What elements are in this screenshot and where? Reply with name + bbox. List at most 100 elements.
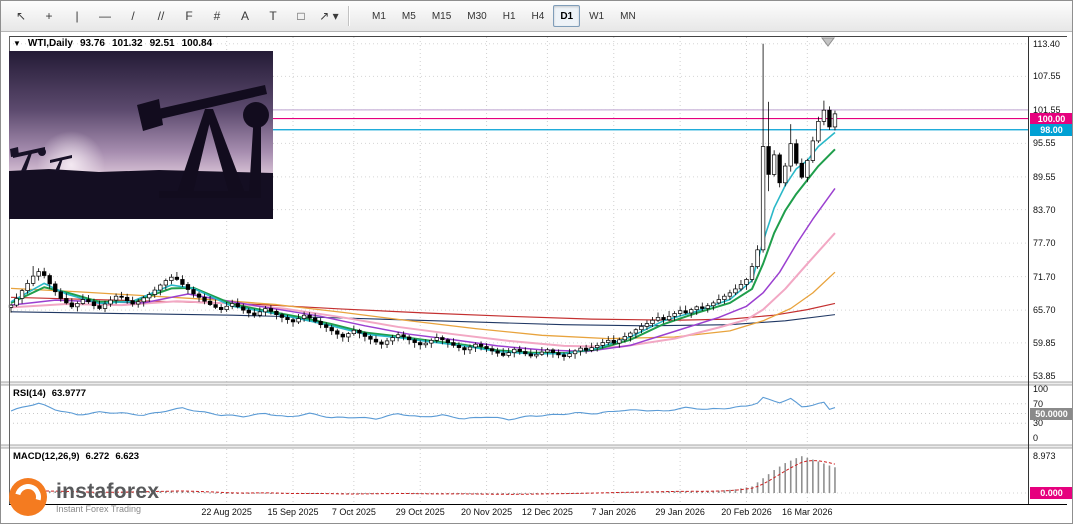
tool-horizontal-line-icon[interactable]: — xyxy=(92,4,118,28)
macd-histogram-bar xyxy=(204,492,206,493)
candle-body xyxy=(833,114,837,127)
macd-main-value: 6.272 xyxy=(86,451,110,462)
candle-body xyxy=(236,303,240,306)
candle-body xyxy=(463,348,467,350)
candle-body xyxy=(546,350,550,352)
timeframe-d1-button[interactable]: D1 xyxy=(553,5,580,27)
candle-body xyxy=(181,279,185,284)
date-tick: 7 Jan 2026 xyxy=(579,507,649,517)
candle-body xyxy=(761,146,765,249)
date-tick: 29 Oct 2025 xyxy=(385,507,455,517)
tool-trendline-icon[interactable]: / xyxy=(120,4,146,28)
tool-equidistant-channel-icon[interactable]: // xyxy=(148,4,174,28)
macd-histogram-bar xyxy=(519,493,521,494)
macd-histogram-bar xyxy=(757,482,759,493)
candle-body xyxy=(772,155,776,175)
timeframe-w1-button[interactable]: W1 xyxy=(582,5,611,27)
candle-body xyxy=(817,121,821,141)
rsi-tick: 30 xyxy=(1033,418,1073,428)
price-tick: 83.70 xyxy=(1033,205,1073,215)
tool-crosshair-icon[interactable]: + xyxy=(36,4,62,28)
candle-body xyxy=(302,315,306,318)
toolbar-separator xyxy=(348,6,349,26)
candle-body xyxy=(739,284,743,288)
candle-body xyxy=(164,281,168,285)
rsi-tick: 0 xyxy=(1033,433,1073,443)
symbol-bar[interactable]: ▼ WTI,Daily 93.76 101.32 92.51 100.84 xyxy=(13,38,212,49)
rsi-level-badge: 50.0000 xyxy=(1030,408,1073,420)
candle-body xyxy=(352,330,356,333)
candle-body xyxy=(313,318,317,321)
candle-body xyxy=(573,351,577,354)
candle-body xyxy=(485,346,489,348)
candle-body xyxy=(778,155,782,183)
timeframe-m30-button[interactable]: M30 xyxy=(460,5,493,27)
candle-body xyxy=(131,301,135,304)
rsi-value: 63.9777 xyxy=(52,388,86,399)
candle-body xyxy=(651,320,655,323)
candle-body xyxy=(297,319,301,322)
candle-body xyxy=(269,308,273,311)
tool-text-icon[interactable]: A xyxy=(232,4,258,28)
candle-body xyxy=(26,283,30,290)
tool-arrows-icon[interactable]: ↗ ▾ xyxy=(316,4,342,28)
tool-label-icon[interactable]: T xyxy=(260,4,286,28)
macd-histogram-bar xyxy=(812,460,814,493)
timeframe-h1-button[interactable]: H1 xyxy=(496,5,523,27)
tool-vertical-line-icon[interactable]: | xyxy=(64,4,90,28)
timeframe-m5-button[interactable]: M5 xyxy=(395,5,423,27)
candle-body xyxy=(474,344,478,347)
candle-body xyxy=(490,349,494,351)
candle-body xyxy=(253,313,257,315)
candle-body xyxy=(275,311,279,314)
candle-body xyxy=(512,349,516,352)
price-tick: 107.55 xyxy=(1033,71,1073,81)
tool-fibonacci-icon[interactable]: F xyxy=(176,4,202,28)
candle-body xyxy=(15,298,19,305)
candle-body xyxy=(723,296,727,299)
timeframe-m15-button[interactable]: M15 xyxy=(425,5,458,27)
macd-histogram-bar xyxy=(779,467,781,493)
price-level-badge: 98.00 xyxy=(1030,124,1073,136)
timeframe-h4-button[interactable]: H4 xyxy=(525,5,552,27)
oil-pumpjack-photo xyxy=(9,51,273,219)
macd-histogram-bar xyxy=(834,467,836,493)
instaforex-watermark: instaforex Instant Forex Trading xyxy=(9,478,159,516)
candle-body xyxy=(507,353,511,356)
macd-histogram-bar xyxy=(674,491,676,493)
candle-body xyxy=(341,334,345,337)
timeframe-mn-button[interactable]: MN xyxy=(613,5,643,27)
tool-grid-icon[interactable]: # xyxy=(204,4,230,28)
candle-body xyxy=(645,324,649,327)
candle-body xyxy=(264,308,268,311)
candle-body xyxy=(429,340,433,343)
candle-body xyxy=(385,341,389,344)
tool-shapes-icon[interactable]: □ xyxy=(288,4,314,28)
candle-body xyxy=(48,276,52,284)
tool-pointer-icon[interactable]: ↖ xyxy=(8,4,34,28)
date-tick: 7 Oct 2025 xyxy=(319,507,389,517)
candle-body xyxy=(822,110,826,121)
price-tick: 65.70 xyxy=(1033,305,1073,315)
date-tick: 20 Nov 2025 xyxy=(452,507,522,517)
candle-body xyxy=(734,289,738,293)
macd-histogram-bar xyxy=(823,463,825,493)
candle-body xyxy=(634,330,638,333)
ohlc-open: 93.76 xyxy=(80,38,105,49)
price-tick: 77.70 xyxy=(1033,238,1073,248)
candle-body xyxy=(678,311,682,314)
timeframe-m1-button[interactable]: M1 xyxy=(365,5,393,27)
candle-body xyxy=(136,302,140,304)
ohlc-high: 101.32 xyxy=(112,38,143,49)
macd-name: MACD(12,26,9) xyxy=(13,451,80,462)
candle-body xyxy=(391,338,395,341)
candle-body xyxy=(457,345,461,347)
symbol-dropdown-icon[interactable]: ▼ xyxy=(13,39,21,48)
candle-body xyxy=(684,311,688,313)
candle-body xyxy=(424,343,428,345)
candle-body xyxy=(65,298,69,302)
candle-body xyxy=(806,160,810,177)
candle-body xyxy=(618,340,622,343)
candle-body xyxy=(811,141,815,161)
candle-body xyxy=(87,300,91,302)
